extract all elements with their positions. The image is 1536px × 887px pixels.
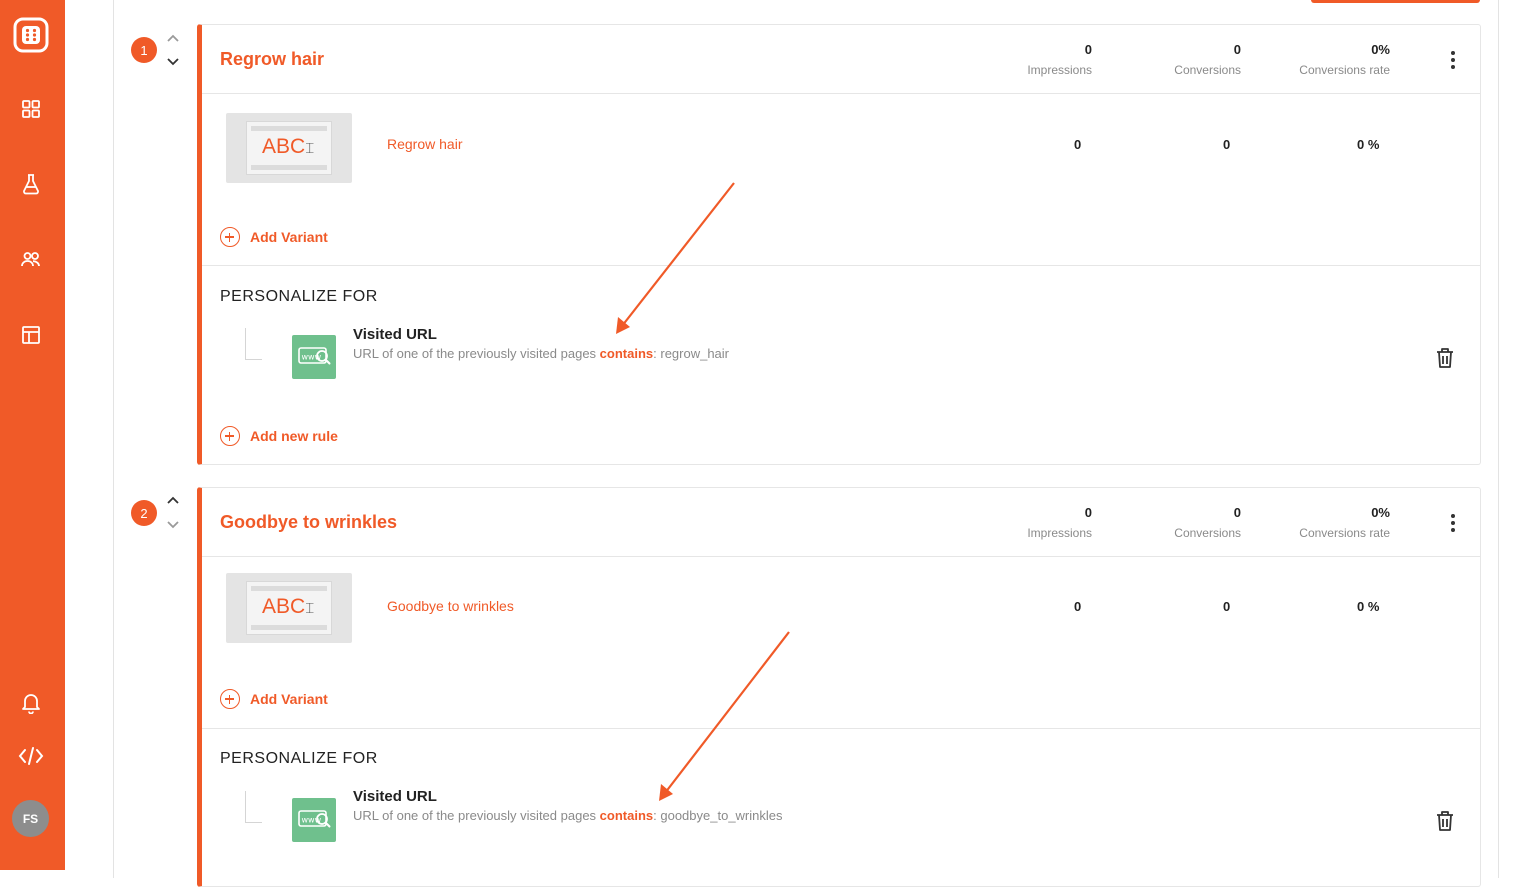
variant-impressions: 0 xyxy=(1074,137,1082,152)
layout-icon[interactable] xyxy=(16,320,46,350)
conversions-rate-label: Conversions rate xyxy=(1299,526,1390,540)
rule-title: Visited URL xyxy=(353,788,437,805)
variant-rate: 0 % xyxy=(1357,137,1380,152)
divider xyxy=(202,265,1481,266)
delete-rule-trash-icon[interactable] xyxy=(1434,809,1456,833)
dashboard-icon[interactable] xyxy=(16,94,46,124)
app-logo-icon[interactable] xyxy=(13,17,49,53)
variant-thumbnail[interactable]: ABC⌶ xyxy=(226,573,352,643)
visited-url-www-icon: www xyxy=(292,335,336,379)
add-variant-button[interactable]: Add Variant xyxy=(220,688,328,710)
impressions-value: 0 xyxy=(1084,42,1092,57)
rule-tree-connector xyxy=(245,791,262,823)
conversions-label: Conversions xyxy=(1174,526,1241,540)
audience-users-icon[interactable] xyxy=(16,244,46,274)
impressions-value: 0 xyxy=(1084,505,1092,520)
personalize-for-heading: PERSONALIZE FOR xyxy=(220,288,378,305)
personalize-for-heading: PERSONALIZE FOR xyxy=(220,750,378,767)
plus-circle-icon xyxy=(220,426,240,446)
add-new-rule-label: Add new rule xyxy=(250,428,338,444)
impressions-label: Impressions xyxy=(1027,526,1092,540)
variant-impressions: 0 xyxy=(1074,599,1082,614)
sidebar: FS xyxy=(0,0,65,870)
delete-rule-trash-icon[interactable] xyxy=(1434,346,1456,370)
add-variant-label: Add Variant xyxy=(250,229,328,245)
rule-description: URL of one of the previously visited pag… xyxy=(353,808,783,823)
more-options-icon[interactable] xyxy=(1445,49,1461,71)
experience-index-badge: 1 xyxy=(131,37,157,63)
experience-index-badge: 2 xyxy=(131,500,157,526)
visited-url-www-icon: www xyxy=(292,798,336,842)
move-down-chevron-icon[interactable] xyxy=(165,55,181,69)
variant-conversions: 0 xyxy=(1223,599,1231,614)
variant-name-link[interactable]: Goodbye to wrinkles xyxy=(387,598,514,614)
rule-tree-connector xyxy=(245,328,262,360)
more-options-icon[interactable] xyxy=(1445,512,1461,534)
avatar[interactable]: FS xyxy=(12,800,49,837)
experiments-flask-icon[interactable] xyxy=(16,169,46,199)
rule-title: Visited URL xyxy=(353,326,437,343)
impressions-label: Impressions xyxy=(1027,63,1092,77)
top-action-button-edge[interactable] xyxy=(1311,0,1480,3)
add-new-rule-button[interactable]: Add new rule xyxy=(220,425,338,447)
plus-circle-icon xyxy=(220,689,240,709)
add-variant-button[interactable]: Add Variant xyxy=(220,226,328,248)
conversions-rate-value: 0% xyxy=(1371,505,1390,520)
variant-rate: 0 % xyxy=(1357,599,1380,614)
experience-card: Regrow hair 0 Impressions 0 Conversions … xyxy=(197,24,1481,465)
experience-title[interactable]: Goodbye to wrinkles xyxy=(220,512,397,533)
divider xyxy=(202,556,1481,557)
experience-card: Goodbye to wrinkles 0 Impressions 0 Conv… xyxy=(197,487,1481,887)
thumbnail-text: ABC⌶ xyxy=(262,135,315,158)
thumbnail-text: ABC⌶ xyxy=(262,595,315,618)
variant-name-link[interactable]: Regrow hair xyxy=(387,136,462,152)
conversions-value: 0 xyxy=(1233,42,1241,57)
bell-icon[interactable] xyxy=(16,688,46,718)
rule-description: URL of one of the previously visited pag… xyxy=(353,346,730,361)
move-down-chevron-icon[interactable] xyxy=(165,518,181,532)
plus-circle-icon xyxy=(220,227,240,247)
conversions-value: 0 xyxy=(1233,505,1241,520)
variant-conversions: 0 xyxy=(1223,137,1231,152)
move-up-chevron-icon[interactable] xyxy=(165,31,181,45)
conversions-label: Conversions xyxy=(1174,63,1241,77)
add-variant-label: Add Variant xyxy=(250,691,328,707)
conversions-rate-value: 0% xyxy=(1371,42,1390,57)
code-icon[interactable] xyxy=(16,741,46,771)
conversions-rate-label: Conversions rate xyxy=(1299,63,1390,77)
divider xyxy=(202,93,1481,94)
move-up-chevron-icon[interactable] xyxy=(165,493,181,507)
variant-thumbnail[interactable]: ABC⌶ xyxy=(226,113,352,183)
divider xyxy=(202,728,1481,729)
experience-title[interactable]: Regrow hair xyxy=(220,49,324,70)
